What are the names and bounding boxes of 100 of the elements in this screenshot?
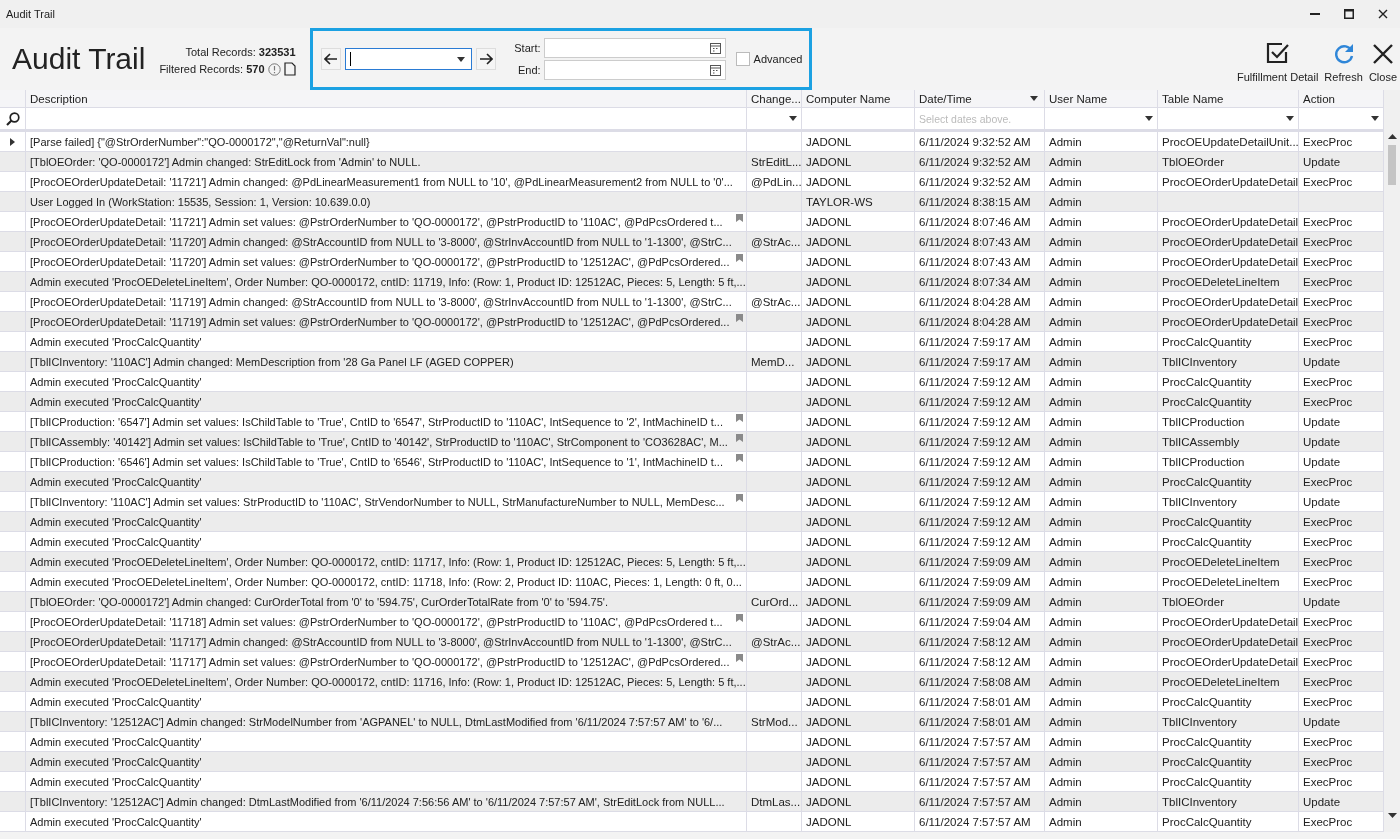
- table-row[interactable]: [ProcOEOrderUpdateDetail: '11718'] Admin set values: @PstrOrderNumber to 'QO-0000172', @PstrProductID to '110AC', @PdPcsOrdered t... JADONL 6/11/2024 7:59:04 AM Admin ProcOEOrderUpdateDetail ExecProc: [0, 612, 1384, 632]
- table-cell: JADONL: [806, 315, 852, 328]
- table-cell: JADONL: [806, 715, 852, 728]
- table-cell: [TblICInventory: '12512AC'] Admin changed: StrModelNumber from 'AGPANEL' to NULL, DtmLastModified from '6/11/2024 7:57:57 AM' to '6/...: [30, 715, 723, 728]
- table-row[interactable]: Admin executed 'ProcCalcQuantity' JADONL 6/11/2024 7:59:12 AM Admin ProcCalcQuantity ExecProc: [0, 472, 1384, 492]
- table-cell: Admin: [1049, 635, 1082, 648]
- start-date-field[interactable]: [543, 38, 726, 58]
- table-row[interactable]: Admin executed 'ProcCalcQuantity' JADONL 6/11/2024 7:59:12 AM Admin ProcCalcQuantity ExecProc: [0, 512, 1384, 532]
- table-cell: 6/11/2024 9:32:52 AM: [919, 135, 1031, 148]
- table-cell: 6/11/2024 7:59:12 AM: [919, 395, 1031, 408]
- table-cell: StrMod...: [751, 715, 798, 728]
- table-row[interactable]: Admin executed 'ProcCalcQuantity' JADONL 6/11/2024 7:59:12 AM Admin ProcCalcQuantity ExecProc: [0, 392, 1384, 412]
- table-cell: ExecProc: [1303, 815, 1353, 828]
- table-cell: Admin: [1049, 415, 1082, 428]
- table-cell: [TblICProduction: '6546'] Admin set values: IsChildTable to 'True', CntID to '6546', StrProductID to '110AC', IntSequence to '1', IntMachineID t...: [30, 455, 723, 468]
- table-row[interactable]: Admin executed 'ProcCalcQuantity' JADONL 6/11/2024 7:59:12 AM Admin ProcCalcQuantity ExecProc: [0, 532, 1384, 552]
- calendar-icon[interactable]: [709, 64, 721, 76]
- table-row[interactable]: [0, 232, 1384, 252]
- table-row[interactable]: [ProcOEOrderUpdateDetail: '11721'] Admin set values: @PstrOrderNumber to 'QO-0000172', @PstrProductID to '110AC', @PdPcsOrdered t... JADONL 6/11/2024 8:07:46 AM Admin ProcOEOrderUpdateDetail ExecProc: [0, 212, 1384, 232]
- table-row[interactable]: User Logged In (WorkStation: 15535, Session: 1, Version: 10.639.0.0) TAYLOR-WS 6/11/2024 8:38:15 AM Admin: [0, 192, 1384, 212]
- table-row[interactable]: [ProcOEOrderUpdateDetail: '11719'] Admin set values: @PstrOrderNumber to 'QO-0000172', @PstrProductID to '12512AC', @PdPcsOrdered... JADONL 6/11/2024 8:04:28 AM Admin ProcOEOrderUpdateDetail ExecProc: [0, 312, 1384, 332]
- end-date-label: End:: [516, 64, 541, 76]
- table-row[interactable]: [0, 292, 1384, 312]
- scroll-down-icon[interactable]: [1387, 813, 1397, 818]
- table-row[interactable]: Admin executed 'ProcCalcQuantity' JADONL 6/11/2024 7:57:57 AM Admin ProcCalcQuantity ExecProc: [0, 732, 1384, 752]
- table-cell: [ProcOEOrderUpdateDetail: '11717'] Admin changed: @StrAccountID from NULL to '3-8000', @StrInvAccountID from NULL to '1-1300', @StrC...: [30, 635, 732, 648]
- dropdown-caret-icon[interactable]: [789, 116, 797, 121]
- total-records-label: Total Records:: [185, 46, 256, 58]
- table-cell: ProcOEOrderUpdateDetail: [1162, 615, 1298, 628]
- dropdown-caret-icon[interactable]: [1286, 116, 1294, 121]
- table-cell: ProcCalcQuantity: [1162, 815, 1252, 828]
- table-cell: JADONL: [806, 795, 852, 808]
- table-row[interactable]: [TblOEOrder: 'QO-0000172'] Admin changed: CurOrderTotal from '0' to '594.75', CurOrderTotalRate from '0' to '594.75'. CurOrd... JADONL 6/11/2024 7:59:09 AM Admin TblOEOrder Update: [0, 592, 1384, 612]
- table-cell: ExecProc: [1303, 135, 1353, 148]
- table-cell: ProcOEOrderUpdateDetail: [1162, 315, 1298, 328]
- table-row[interactable]: [0, 792, 1384, 812]
- table-cell: ExecProc: [1303, 775, 1353, 788]
- table-cell: JADONL: [806, 575, 852, 588]
- flag-icon: [736, 254, 743, 262]
- combo-field[interactable]: [344, 48, 473, 70]
- end-date-field[interactable]: [543, 60, 726, 80]
- table-row[interactable]: [0, 672, 1384, 692]
- document-icon[interactable]: [283, 62, 296, 76]
- table-row[interactable]: [0, 172, 1384, 192]
- table-row[interactable]: Admin executed 'ProcCalcQuantity' JADONL 6/11/2024 7:57:57 AM Admin ProcCalcQuantity ExecProc: [0, 772, 1384, 792]
- table-cell: [ProcOEOrderUpdateDetail: '11720'] Admin changed: @StrAccountID from NULL to '3-8000', @StrInvAccountID from NULL to '1-1300', @StrC...: [30, 235, 732, 248]
- table-cell: JADONL: [806, 355, 852, 368]
- filter-field[interactable]: [802, 108, 915, 130]
- table-cell: Update: [1303, 455, 1341, 468]
- toolbar-button[interactable]: Close: [1367, 43, 1398, 83]
- flag-icon: [736, 414, 743, 422]
- table-row[interactable]: [TblICInventory: '110AC'] Admin set values: StrProductID to '110AC', StrVendorNumber to NULL, StrManufactureNumber to NULL, MemDesc... JADONL 6/11/2024 7:59:12 AM Admin TblICInventory Update: [0, 492, 1384, 512]
- table-row[interactable]: [TblOEOrder: 'QO-0000172'] Admin changed: StrEditLock from 'Admin' to NULL. StrEditL... JADONL 6/11/2024 9:32:52 AM Admin TblOEOrder Update: [0, 152, 1384, 172]
- scroll-up-icon[interactable]: [1387, 134, 1397, 139]
- table-cell: ProcOEDeleteLineItem: [1162, 555, 1280, 568]
- table-row[interactable]: [0, 452, 1384, 472]
- table-row[interactable]: [TblICAssembly: '40142'] Admin set values: IsChildTable to 'True', CntID to '40142', StrProductID to '110AC', StrComponent to 'CO3628AC', M... JADONL 6/11/2024 7:59:12 AM Admin TblICAssembly Update: [0, 432, 1384, 452]
- table-cell: ExecProc: [1303, 335, 1353, 348]
- dropdown-caret-icon: [457, 56, 466, 62]
- table-cell: JADONL: [806, 775, 852, 788]
- dropdown-caret-icon[interactable]: [1371, 116, 1379, 121]
- toolbar-button[interactable]: Fulfillment Detail: [1236, 41, 1320, 83]
- table-cell: Admin: [1049, 515, 1082, 528]
- table-row[interactable]: [ProcOEOrderUpdateDetail: '11717'] Admin set values: @PstrOrderNumber to 'QO-0000172', @PstrProductID to '12512AC', @PdPcsOrdered... JADONL 6/11/2024 7:58:12 AM Admin ProcOEOrderUpdateDetail ExecProc: [0, 652, 1384, 672]
- table-cell: 6/11/2024 7:57:57 AM: [919, 775, 1031, 788]
- table-row[interactable]: [0, 572, 1384, 592]
- table-row[interactable]: Admin executed 'ProcCalcQuantity' JADONL 6/11/2024 7:57:57 AM Admin ProcCalcQuantity ExecProc: [0, 752, 1384, 772]
- scrollbar-thumb[interactable]: [1388, 145, 1396, 185]
- calendar-icon[interactable]: [709, 42, 721, 54]
- previous-button[interactable]: [320, 48, 341, 70]
- table-cell: JADONL: [806, 295, 852, 308]
- table-cell: Admin executed 'ProcCalcQuantity': [30, 535, 202, 548]
- dropdown-caret-icon[interactable]: [1030, 96, 1038, 101]
- table-row[interactable]: [0, 552, 1384, 572]
- toolbar-button[interactable]: Refresh: [1323, 41, 1364, 83]
- table-cell: Admin: [1049, 475, 1082, 488]
- next-button[interactable]: [476, 48, 497, 70]
- table-cell: Admin executed 'ProcCalcQuantity': [30, 815, 202, 828]
- search-icon[interactable]: [5, 111, 20, 126]
- table-row[interactable]: [0, 272, 1384, 292]
- table-row[interactable]: Admin executed 'ProcCalcQuantity' JADONL 6/11/2024 7:57:57 AM Admin ProcCalcQuantity ExecProc: [0, 812, 1384, 832]
- table-cell: ProcCalcQuantity: [1162, 335, 1252, 348]
- table-row[interactable]: [0, 632, 1384, 652]
- info-icon[interactable]: [267, 62, 281, 76]
- table-cell: Admin: [1049, 215, 1082, 228]
- dropdown-caret-icon[interactable]: [1145, 116, 1153, 121]
- table-cell: [TblOEOrder: 'QO-0000172'] Admin changed: StrEditLock from 'Admin' to NULL.: [30, 155, 421, 168]
- table-row[interactable]: Admin executed 'ProcCalcQuantity' JADONL 6/11/2024 7:59:12 AM Admin ProcCalcQuantity ExecProc: [0, 372, 1384, 392]
- advanced-checkbox[interactable]: [735, 52, 750, 66]
- table-row[interactable]: Admin executed 'ProcCalcQuantity' JADONL 6/11/2024 7:59:17 AM Admin ProcCalcQuantity ExecProc: [0, 332, 1384, 352]
- table-cell: Update: [1303, 355, 1341, 368]
- table-row[interactable]: [0, 412, 1384, 432]
- filter-field[interactable]: [26, 108, 747, 130]
- table-cell: Admin executed 'ProcCalcQuantity': [30, 775, 202, 788]
- table-row[interactable]: [TblICInventory: '110AC'] Admin changed: MemDescription from '28 Ga Panel LF (AGED COPPER) MemD... JADONL 6/11/2024 7:59:17 AM Admin TblICInventory Update: [0, 352, 1384, 372]
- table-row[interactable]: Admin executed 'ProcCalcQuantity' JADONL 6/11/2024 7:58:01 AM Admin ProcCalcQuantity ExecProc: [0, 692, 1384, 712]
- table-row[interactable]: [0, 712, 1384, 732]
- close-icon: [1378, 9, 1388, 19]
- table-row[interactable]: [ProcOEOrderUpdateDetail: '11720'] Admin set values: @PstrOrderNumber to 'QO-0000172', @PstrProductID to '12512AC', @PdPcsOrdered... JADONL 6/11/2024 8:07:43 AM Admin ProcOEOrderUpdateDetail ExecProc: [0, 252, 1384, 272]
- table-row[interactable]: [Parse failed] {"@StrOrderNumber":"QO-0000172","@ReturnVal":null} JADONL 6/11/2024 9:32:52 AM Admin ProcOEUpdateDetailUnit... ExecProc: [0, 132, 1384, 152]
